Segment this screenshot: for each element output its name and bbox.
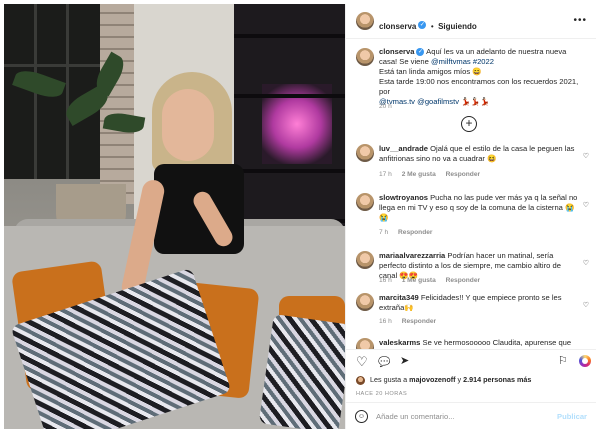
comment-meta: 16 h Responder bbox=[379, 318, 444, 325]
instagram-post-modal: clonserva ✓ • Siguiendo ••• clonserva ✓ Aq… bbox=[4, 4, 596, 429]
comment-text: marcita349 Felicidades!! Y que empiece p… bbox=[379, 293, 579, 313]
load-more-comments-button[interactable]: + bbox=[461, 116, 477, 132]
comment-text: luv__andrade Ojalá que el estilo de la c… bbox=[379, 144, 579, 164]
avatar[interactable] bbox=[356, 12, 374, 30]
likes-count[interactable]: 2.914 personas más bbox=[463, 375, 531, 384]
post-actions: ♡ 💬 ➤ ⚐ bbox=[346, 349, 596, 372]
like-comment-icon[interactable]: ♡ bbox=[583, 201, 589, 209]
comment-likes[interactable]: 2 Me gusta bbox=[402, 171, 436, 178]
liker-username[interactable]: majovozenoff bbox=[409, 375, 455, 384]
share-icon[interactable]: ➤ bbox=[400, 355, 409, 368]
instagram-badge-icon[interactable] bbox=[579, 355, 591, 367]
photo-person-face bbox=[162, 89, 214, 161]
caption-time: 20 h bbox=[379, 103, 392, 110]
likes-middle: y bbox=[457, 375, 462, 384]
liker-avatar[interactable] bbox=[356, 375, 365, 385]
post-timestamp[interactable]: HACE 20 HORAS bbox=[356, 391, 407, 397]
comment-text: valeskarms Se ve hermosooooo Claudita, a… bbox=[379, 338, 579, 349]
post-sidebar: clonserva ✓ • Siguiendo ••• clonserva ✓ Aq… bbox=[345, 4, 596, 429]
comment-time[interactable]: 16 h bbox=[379, 318, 392, 325]
like-comment-icon[interactable]: ♡ bbox=[583, 259, 589, 267]
emoji-icon[interactable]: ☺ bbox=[355, 410, 368, 423]
caption-text: clonserva ✓ Aquí les va un adelanto de nu… bbox=[379, 47, 579, 107]
like-comment-icon[interactable]: ♡ bbox=[583, 152, 589, 160]
reply-button[interactable]: Responder bbox=[446, 277, 480, 284]
comment-meta: 16 h 1 Me gusta Responder bbox=[379, 277, 488, 284]
caption-line-3: Esta tarde 19:00 nos encontramos con los… bbox=[379, 77, 579, 96]
comment-username[interactable]: slowtroyanos bbox=[379, 193, 428, 202]
comment-icon[interactable]: 💬 bbox=[378, 356, 390, 369]
publish-button[interactable]: Publicar bbox=[557, 412, 587, 421]
photo-pillow-patterned bbox=[258, 313, 345, 429]
comment-time[interactable]: 17 h bbox=[379, 171, 392, 178]
caption-emojis: 💃🏻💃🏻💃🏻 bbox=[461, 97, 490, 106]
reply-button[interactable]: Responder bbox=[446, 171, 480, 178]
comment-username[interactable]: luv__andrade bbox=[379, 144, 428, 153]
likes-prefix: Les gusta a bbox=[370, 375, 408, 384]
verified-icon: ✓ bbox=[418, 20, 427, 29]
reply-button[interactable]: Responder bbox=[402, 318, 436, 325]
comment-username[interactable]: mariaalvarezzarria bbox=[379, 251, 445, 260]
post-header: clonserva ✓ • Siguiendo ••• bbox=[346, 4, 596, 39]
header-username[interactable]: clonserva bbox=[379, 22, 416, 31]
comments-list[interactable]: clonserva ✓ Aquí les va un adelanto de nu… bbox=[346, 39, 596, 349]
avatar[interactable] bbox=[356, 338, 374, 349]
comment-time[interactable]: 7 h bbox=[379, 229, 388, 236]
avatar[interactable] bbox=[356, 48, 374, 66]
avatar[interactable] bbox=[356, 293, 374, 311]
like-comment-icon[interactable]: ♡ bbox=[583, 301, 589, 309]
mention-link[interactable]: @goafilmstv bbox=[417, 97, 459, 106]
comment-username[interactable]: valeskarms bbox=[379, 338, 420, 347]
comment-likes[interactable]: 1 Me gusta bbox=[402, 277, 436, 284]
caption-username[interactable]: clonserva bbox=[379, 47, 414, 56]
caption-line-2: Está tan linda amigos míos 😄 bbox=[379, 67, 482, 76]
comment-username[interactable]: marcita349 bbox=[379, 293, 419, 302]
comment-time[interactable]: 16 h bbox=[379, 277, 392, 284]
following-button[interactable]: Siguiendo bbox=[438, 22, 477, 31]
comment-input[interactable] bbox=[376, 409, 546, 423]
avatar[interactable] bbox=[356, 251, 374, 269]
avatar[interactable] bbox=[356, 144, 374, 162]
reply-button[interactable]: Responder bbox=[398, 229, 432, 236]
mention-link[interactable]: @milftvmas bbox=[431, 57, 471, 66]
verified-icon: ✓ bbox=[416, 48, 425, 56]
avatar[interactable] bbox=[356, 193, 374, 211]
hashtag-link[interactable]: #2022 bbox=[473, 57, 494, 66]
comment-meta: 7 h Responder bbox=[379, 229, 440, 236]
post-header-user: clonserva ✓ • Siguiendo bbox=[379, 16, 477, 34]
save-icon[interactable]: ⚐ bbox=[558, 355, 568, 368]
separator-dot: • bbox=[430, 22, 434, 31]
likes-summary: Les gusta a majovozenoff y 2.914 persona… bbox=[356, 375, 531, 385]
like-icon[interactable]: ♡ bbox=[356, 355, 368, 368]
comment-text: slowtroyanos Pucha no las pude ver más y… bbox=[379, 193, 579, 223]
more-options-icon[interactable]: ••• bbox=[573, 15, 587, 26]
comment-meta: 17 h 2 Me gusta Responder bbox=[379, 171, 488, 178]
post-photo[interactable] bbox=[4, 4, 345, 429]
add-comment-bar: ☺ Publicar bbox=[346, 402, 596, 429]
